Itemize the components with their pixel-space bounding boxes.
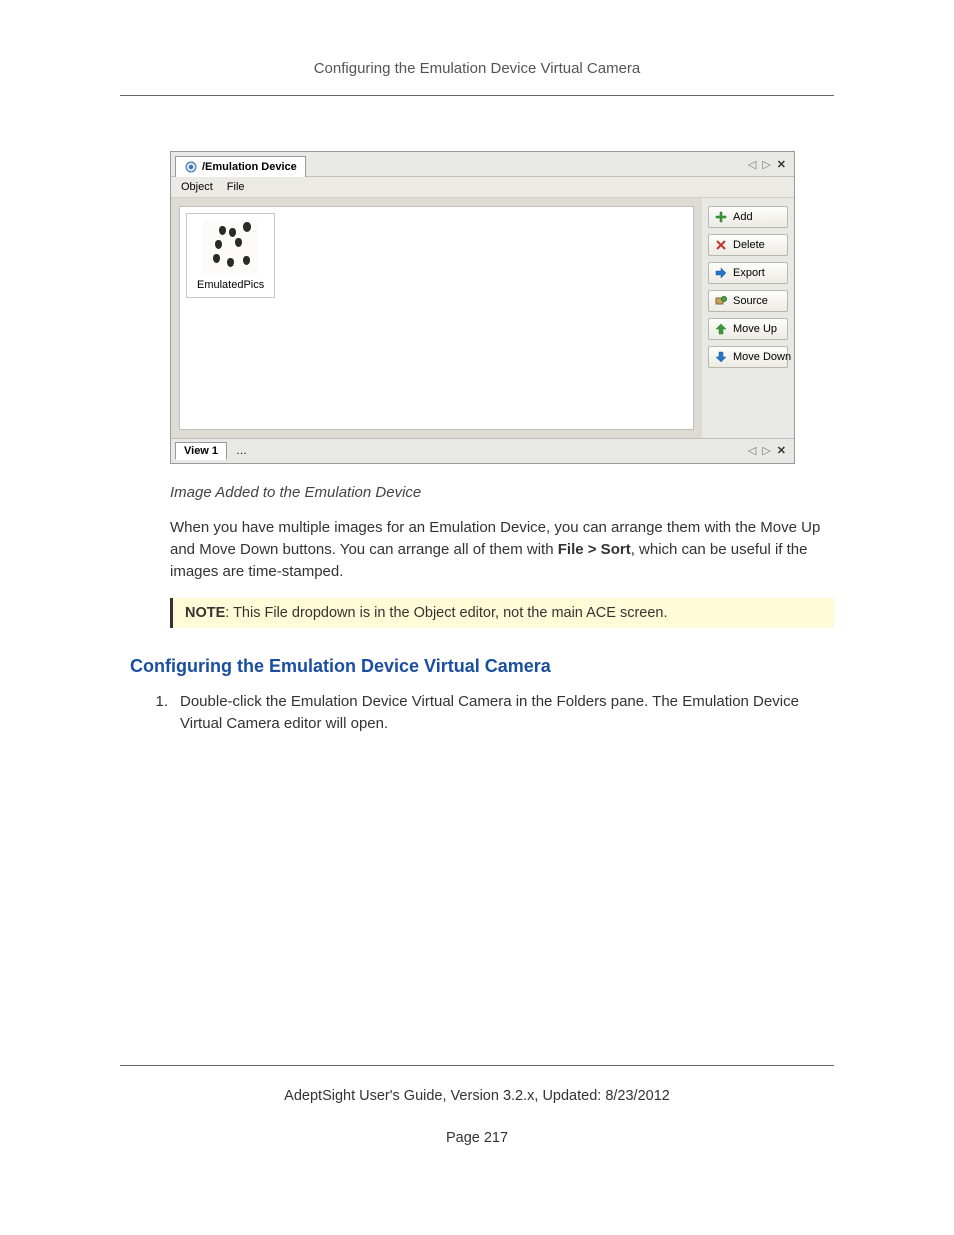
- menubar: Object File: [171, 177, 794, 198]
- step-1: 1. Double-click the Emulation Device Vir…: [150, 691, 834, 735]
- export-label: Export: [733, 267, 765, 279]
- arrow-up-icon: [715, 323, 727, 335]
- source-label: Source: [733, 295, 768, 307]
- export-icon: [715, 267, 727, 279]
- side-toolbar: Add Delete Export Source Move Up: [702, 198, 794, 438]
- emulation-device-window: /Emulation Device ◁ ▷ ✕ Object File: [170, 151, 795, 464]
- add-button[interactable]: Add: [708, 206, 788, 228]
- steps-list: 1. Double-click the Emulation Device Vir…: [150, 691, 834, 735]
- note-label: NOTE: [185, 605, 225, 621]
- footer-line: AdeptSight User's Guide, Version 3.2.x, …: [120, 1088, 834, 1104]
- figure-caption: Image Added to the Emulation Device: [170, 484, 834, 501]
- bottom-prev-icon[interactable]: ◁: [748, 446, 756, 457]
- menu-object[interactable]: Object: [181, 181, 213, 193]
- step-1-number: 1.: [150, 691, 168, 735]
- export-button[interactable]: Export: [708, 262, 788, 284]
- note-text: : This File dropdown is in the Object ed…: [225, 605, 667, 621]
- image-thumbnail: [203, 220, 258, 275]
- bottom-tab-view1[interactable]: View 1: [175, 442, 227, 460]
- window-tabstrip: /Emulation Device ◁ ▷ ✕: [171, 152, 794, 177]
- move-down-button[interactable]: Move Down: [708, 346, 788, 368]
- body-paragraph-1: When you have multiple images for an Emu…: [170, 517, 834, 582]
- image-thumbnail-item[interactable]: EmulatedPics: [186, 213, 275, 298]
- source-button[interactable]: Source: [708, 290, 788, 312]
- arrow-down-icon: [715, 351, 727, 363]
- source-icon: [715, 295, 727, 307]
- bottom-next-icon[interactable]: ▷: [762, 446, 770, 457]
- move-down-label: Move Down: [733, 351, 791, 363]
- page-footer: AdeptSight User's Guide, Version 3.2.x, …: [120, 1065, 834, 1146]
- add-label: Add: [733, 211, 753, 223]
- plus-icon: [715, 211, 727, 223]
- move-up-label: Move Up: [733, 323, 777, 335]
- menu-file[interactable]: File: [227, 181, 245, 193]
- step-1-text: Double-click the Emulation Device Virtua…: [180, 691, 834, 735]
- bottom-close-icon[interactable]: ✕: [777, 446, 786, 457]
- section-heading: Configuring the Emulation Device Virtual…: [130, 656, 834, 677]
- tab-label: /Emulation Device: [202, 161, 297, 173]
- tab-prev-icon[interactable]: ◁: [748, 160, 756, 171]
- page-header-title: Configuring the Emulation Device Virtual…: [120, 60, 834, 96]
- image-list-panel[interactable]: EmulatedPics: [179, 206, 694, 430]
- delete-button[interactable]: Delete: [708, 234, 788, 256]
- bottom-tab-more[interactable]: …: [227, 442, 256, 460]
- device-icon: [184, 160, 198, 174]
- move-up-button[interactable]: Move Up: [708, 318, 788, 340]
- thumbnail-label: EmulatedPics: [197, 279, 264, 291]
- tab-next-icon[interactable]: ▷: [762, 160, 770, 171]
- tab-emulation-device[interactable]: /Emulation Device: [175, 156, 306, 177]
- page-number: Page 217: [120, 1130, 834, 1146]
- delete-label: Delete: [733, 239, 765, 251]
- note-box: NOTE: This File dropdown is in the Objec…: [170, 598, 834, 628]
- delete-icon: [715, 239, 727, 251]
- bottom-tabstrip: View 1 … ◁ ▷ ✕: [171, 438, 794, 463]
- tab-close-icon[interactable]: ✕: [777, 160, 786, 171]
- para1-bold: File > Sort: [558, 541, 631, 558]
